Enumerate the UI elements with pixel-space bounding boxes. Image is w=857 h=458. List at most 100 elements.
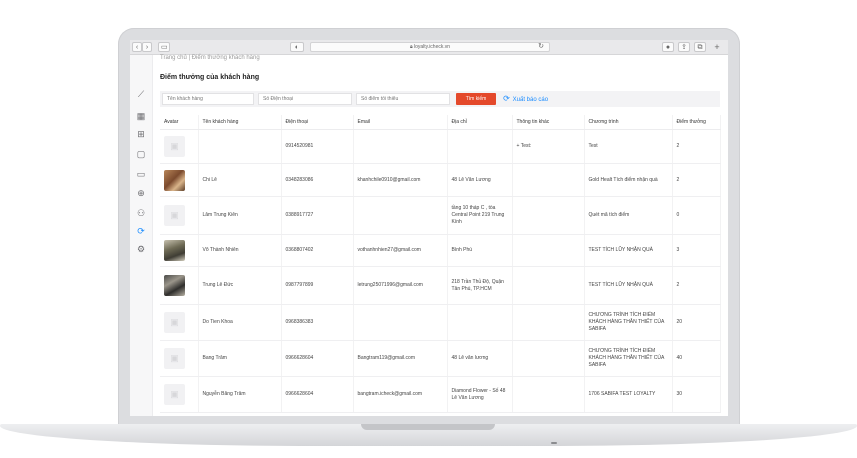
table-row[interactable]: ▣ Bang Trâm 0966628604 Bangtram119@gmail…	[160, 340, 721, 377]
cell-email: vothanhnhien27@gmail.com	[353, 234, 448, 267]
file-icon[interactable]: ▭	[136, 169, 146, 179]
avatar-placeholder-icon: ▣	[164, 348, 185, 369]
cell-other	[512, 340, 585, 377]
header-name: Tên khách hàng	[198, 115, 282, 130]
export-label: Xuất báo cáo	[512, 97, 549, 103]
cell-program: Gold Healt Tích điểm nhận quà	[584, 163, 673, 197]
address-text: loyalty.icheck.vn	[414, 44, 451, 50]
cell-other: + Test:	[512, 129, 585, 164]
cell-address	[447, 129, 513, 164]
table-row[interactable]: ▣ Nguyễn Băng Trâm 0966628604 bangtram.i…	[160, 376, 721, 413]
reload-icon[interactable]: ↻	[536, 42, 546, 52]
export-report-button[interactable]: ⟳ Xuất báo cáo	[502, 93, 548, 105]
table-row[interactable]: Chi Lê 0348283086 khanhchile0910@gmail.c…	[160, 163, 721, 197]
sidebar-toggle-icon[interactable]: ▭	[158, 42, 170, 52]
cell-other	[512, 196, 585, 235]
gift-icon[interactable]: ⊕	[136, 188, 146, 198]
header-phone: Điện thoại	[281, 115, 354, 130]
table-row[interactable]: Võ Thành Nhiên 0368807402 vothanhnhien27…	[160, 234, 721, 267]
cell-phone: 0966628604	[281, 376, 354, 413]
cell-points: 20	[672, 304, 721, 341]
table-row[interactable]: ▣ Do Tien Khoa 0968386383 CHƯƠNG TRÌNH T…	[160, 304, 721, 341]
cell-address: tầng 10 tháp C , tòa Central Point 219 T…	[447, 196, 513, 235]
cell-address: Diamond Flower - Số 48 Lê Văn Lương	[447, 376, 513, 413]
users-icon[interactable]: ⚇	[136, 208, 146, 218]
customer-name-input[interactable]	[162, 93, 254, 105]
header-program: Chương trình	[584, 115, 673, 130]
avatar-placeholder-icon: ▣	[164, 312, 185, 333]
document-icon[interactable]: ▢	[136, 149, 146, 159]
cell-other	[512, 304, 585, 341]
cell-address: 218 Trần Thủ Độ, Quận Tân Phú, TP.HCM	[447, 266, 513, 305]
cell-points: 3	[672, 234, 721, 267]
privacy-icon[interactable]: ◐	[290, 42, 304, 52]
qr-icon[interactable]: ⊞	[136, 129, 146, 139]
cell-phone: 0966628604	[281, 340, 354, 377]
cell-other	[512, 163, 585, 197]
tabs-icon[interactable]: ⧉	[694, 42, 706, 52]
filter-bar: Tìm kiếm ⟳ Xuất báo cáo	[160, 91, 720, 107]
cell-phone: 0388917727	[281, 196, 354, 235]
customer-points-table: Avatar Tên khách hàng Điện thoại Email Đ…	[160, 115, 721, 413]
cell-points: 2	[672, 266, 721, 305]
cell-phone: 0968386383	[281, 304, 354, 341]
cell-program: CHƯƠNG TRÌNH TÍCH ĐIỂM KHÁCH HÀNG THÂN T…	[584, 340, 673, 377]
grid-icon[interactable]: ▦	[136, 111, 146, 121]
cell-name: Do Tien Khoa	[198, 304, 282, 341]
avatar	[164, 275, 185, 296]
header-other-info: Thông tin khác	[512, 115, 585, 130]
cell-email	[353, 304, 448, 341]
forward-icon[interactable]: ›	[142, 42, 152, 52]
cell-email	[353, 196, 448, 235]
browser-toolbar: ‹ › ▭ ◐ 🔒︎ loyalty.icheck.vn ↻ ● ⇪ ⧉ +	[130, 40, 728, 55]
laptop-notch	[361, 424, 495, 430]
table-header-row: Avatar Tên khách hàng Điện thoại Email Đ…	[160, 115, 721, 130]
cell-email: Bangtram119@gmail.com	[353, 340, 448, 377]
new-tab-icon[interactable]: +	[712, 42, 722, 52]
table-row[interactable]: ▣ 0914520981 + Test: Test 2	[160, 129, 721, 164]
cell-address: 48 Lê văn lương	[447, 340, 513, 377]
table-row[interactable]: Trung Lê Đức 0987797899 letrung25071996@…	[160, 266, 721, 305]
cell-name: Nguyễn Băng Trâm	[198, 376, 282, 413]
main-content: Trang chủ | Điểm thưởng khách hàng Điểm …	[160, 55, 721, 416]
cell-name: Lâm Trung Kiên	[198, 196, 282, 235]
cell-name: Chi Lê	[198, 163, 282, 197]
back-icon[interactable]: ‹	[132, 42, 142, 52]
sidebar: ⟋ ▦ ⊞ ▢ ▭ ⊕ ⚇ ⟳ ⚙	[130, 55, 153, 416]
header-email: Email	[353, 115, 448, 130]
min-points-input[interactable]	[356, 93, 450, 105]
extension-icon[interactable]: ●	[662, 42, 674, 52]
cell-address: Bình Phú	[447, 234, 513, 267]
search-button[interactable]: Tìm kiếm	[456, 93, 496, 105]
share-icon[interactable]: ⇪	[678, 42, 690, 52]
cell-program: TEST TÍCH LŨY NHẬN QUÀ	[584, 234, 673, 267]
cell-email: khanhchile0910@gmail.com	[353, 163, 448, 197]
cell-points: 2	[672, 129, 721, 164]
address-bar[interactable]: 🔒︎ loyalty.icheck.vn	[310, 42, 550, 52]
breadcrumb: Trang chủ | Điểm thưởng khách hàng	[160, 55, 260, 61]
table-row[interactable]: ▣ Lâm Trung Kiên 0388917727 tầng 10 tháp…	[160, 196, 721, 235]
avatar	[164, 240, 185, 261]
phone-input[interactable]	[258, 93, 352, 105]
cell-program: TEST TÍCH LŨY NHẬN QUÀ	[584, 266, 673, 305]
laptop-indicator	[551, 442, 557, 444]
avatar-placeholder-icon: ▣	[164, 136, 185, 157]
chart-icon[interactable]: ⟋	[136, 89, 146, 99]
loyalty-icon[interactable]: ⟳	[136, 226, 146, 236]
avatar	[164, 169, 185, 191]
page-title: Điểm thưởng của khách hàng	[160, 74, 260, 81]
settings-icon[interactable]: ⚙	[136, 244, 146, 254]
header-points: Điểm thưởng	[672, 115, 721, 130]
cell-program: 1706 SABIFA TEST LOYALTY	[584, 376, 673, 413]
cell-name: Võ Thành Nhiên	[198, 234, 282, 267]
cell-phone: 0348283086	[281, 163, 354, 197]
breadcrumb-home[interactable]: Trang chủ	[160, 55, 187, 61]
cell-address: 48 Lê Văn Lương	[447, 163, 513, 197]
avatar-placeholder-icon: ▣	[164, 205, 185, 226]
cell-email: letrung25071996@gmail.com	[353, 266, 448, 305]
laptop-screen: ‹ › ▭ ◐ 🔒︎ loyalty.icheck.vn ↻ ● ⇪ ⧉ + ⟋…	[130, 40, 728, 416]
cell-address	[447, 304, 513, 341]
cell-name: Trung Lê Đức	[198, 266, 282, 305]
cell-email	[353, 129, 448, 164]
breadcrumb-separator: |	[188, 55, 191, 61]
